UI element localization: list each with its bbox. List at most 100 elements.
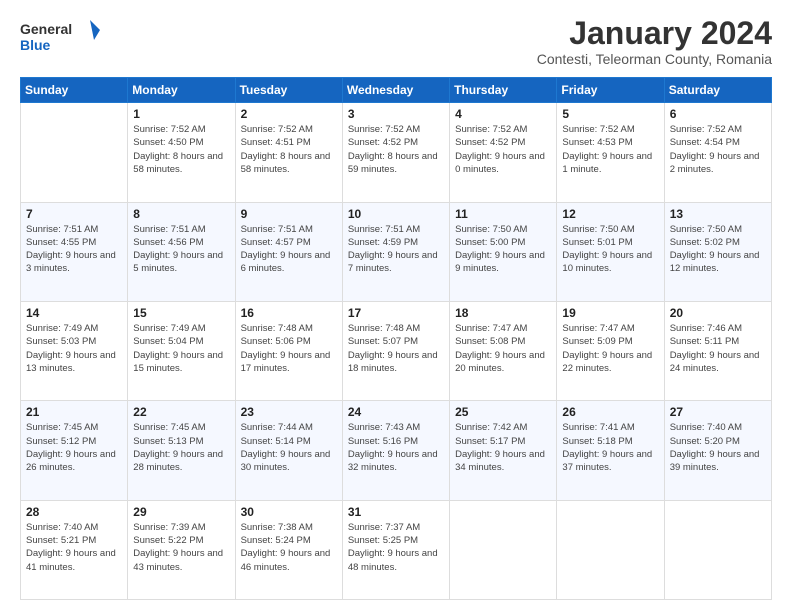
day-info: Sunrise: 7:52 AM Sunset: 4:53 PM Dayligh… — [562, 123, 658, 176]
day-info: Sunrise: 7:51 AM Sunset: 4:57 PM Dayligh… — [241, 223, 337, 276]
day-info: Sunrise: 7:49 AM Sunset: 5:04 PM Dayligh… — [133, 322, 229, 375]
day-number: 19 — [562, 306, 658, 320]
day-number: 25 — [455, 405, 551, 419]
calendar-cell: 2 Sunrise: 7:52 AM Sunset: 4:51 PM Daylig… — [235, 103, 342, 202]
day-number: 28 — [26, 505, 122, 519]
calendar-cell: 17 Sunrise: 7:48 AM Sunset: 5:07 PM Dayli… — [342, 301, 449, 400]
day-info: Sunrise: 7:41 AM Sunset: 5:18 PM Dayligh… — [562, 421, 658, 474]
day-number: 14 — [26, 306, 122, 320]
calendar-cell: 28 Sunrise: 7:40 AM Sunset: 5:21 PM Dayli… — [21, 500, 128, 599]
calendar-cell: 11 Sunrise: 7:50 AM Sunset: 5:00 PM Dayli… — [450, 202, 557, 301]
calendar-cell: 9Sunrise: 7:51 AM Sunset: 4:57 PM Daylig… — [235, 202, 342, 301]
calendar-cell — [557, 500, 664, 599]
day-number: 26 — [562, 405, 658, 419]
day-info: Sunrise: 7:52 AM Sunset: 4:52 PM Dayligh… — [348, 123, 444, 176]
calendar-cell: 19 Sunrise: 7:47 AM Sunset: 5:09 PM Dayli… — [557, 301, 664, 400]
day-info: Sunrise: 7:39 AM Sunset: 5:22 PM Dayligh… — [133, 521, 229, 574]
day-info: Sunrise: 7:50 AM Sunset: 5:00 PM Dayligh… — [455, 223, 551, 276]
logo-svg: General Blue — [20, 16, 100, 60]
day-number: 29 — [133, 505, 229, 519]
weekday-wednesday: Wednesday — [342, 78, 449, 103]
day-info: Sunrise: 7:47 AM Sunset: 5:08 PM Dayligh… — [455, 322, 551, 375]
day-info: Sunrise: 7:48 AM Sunset: 5:07 PM Dayligh… — [348, 322, 444, 375]
calendar-cell — [450, 500, 557, 599]
day-number: 10 — [348, 207, 444, 221]
day-number: 31 — [348, 505, 444, 519]
week-row-1: 1Sunrise: 7:52 AM Sunset: 4:50 PM Daylig… — [21, 103, 772, 202]
day-info: Sunrise: 7:40 AM Sunset: 5:21 PM Dayligh… — [26, 521, 122, 574]
day-info: Sunrise: 7:45 AM Sunset: 5:12 PM Dayligh… — [26, 421, 122, 474]
calendar-cell: 1Sunrise: 7:52 AM Sunset: 4:50 PM Daylig… — [128, 103, 235, 202]
calendar-cell: 29 Sunrise: 7:39 AM Sunset: 5:22 PM Dayli… — [128, 500, 235, 599]
week-row-4: 21 Sunrise: 7:45 AM Sunset: 5:12 PM Dayli… — [21, 401, 772, 500]
day-info: Sunrise: 7:50 AM Sunset: 5:01 PM Dayligh… — [562, 223, 658, 276]
calendar-cell — [21, 103, 128, 202]
day-number: 16 — [241, 306, 337, 320]
weekday-tuesday: Tuesday — [235, 78, 342, 103]
calendar-cell: 31Sunrise: 7:37 AM Sunset: 5:25 PM Dayli… — [342, 500, 449, 599]
day-number: 11 — [455, 207, 551, 221]
day-number: 20 — [670, 306, 766, 320]
weekday-thursday: Thursday — [450, 78, 557, 103]
week-row-5: 28 Sunrise: 7:40 AM Sunset: 5:21 PM Dayli… — [21, 500, 772, 599]
day-info: Sunrise: 7:51 AM Sunset: 4:59 PM Dayligh… — [348, 223, 444, 276]
title-block: January 2024 Contesti, Teleorman County,… — [537, 16, 772, 67]
weekday-sunday: Sunday — [21, 78, 128, 103]
day-number: 18 — [455, 306, 551, 320]
calendar-cell: 10 Sunrise: 7:51 AM Sunset: 4:59 PM Dayli… — [342, 202, 449, 301]
day-info: Sunrise: 7:52 AM Sunset: 4:51 PM Dayligh… — [241, 123, 337, 176]
day-number: 12 — [562, 207, 658, 221]
calendar-cell: 4Sunrise: 7:52 AM Sunset: 4:52 PM Daylig… — [450, 103, 557, 202]
calendar-cell: 5 Sunrise: 7:52 AM Sunset: 4:53 PM Daylig… — [557, 103, 664, 202]
calendar-cell: 14 Sunrise: 7:49 AM Sunset: 5:03 PM Dayli… — [21, 301, 128, 400]
day-info: Sunrise: 7:47 AM Sunset: 5:09 PM Dayligh… — [562, 322, 658, 375]
calendar-cell: 6Sunrise: 7:52 AM Sunset: 4:54 PM Daylig… — [664, 103, 771, 202]
calendar-cell: 8Sunrise: 7:51 AM Sunset: 4:56 PM Daylig… — [128, 202, 235, 301]
day-number: 2 — [241, 107, 337, 121]
day-number: 21 — [26, 405, 122, 419]
day-number: 15 — [133, 306, 229, 320]
day-number: 6 — [670, 107, 766, 121]
day-number: 7 — [26, 207, 122, 221]
day-number: 17 — [348, 306, 444, 320]
day-info: Sunrise: 7:49 AM Sunset: 5:03 PM Dayligh… — [26, 322, 122, 375]
day-info: Sunrise: 7:52 AM Sunset: 4:52 PM Dayligh… — [455, 123, 551, 176]
calendar-table: SundayMondayTuesdayWednesdayThursdayFrid… — [20, 77, 772, 600]
day-number: 3 — [348, 107, 444, 121]
calendar-cell: 24Sunrise: 7:43 AM Sunset: 5:16 PM Dayli… — [342, 401, 449, 500]
day-number: 5 — [562, 107, 658, 121]
calendar-cell: 13Sunrise: 7:50 AM Sunset: 5:02 PM Dayli… — [664, 202, 771, 301]
weekday-friday: Friday — [557, 78, 664, 103]
subtitle: Contesti, Teleorman County, Romania — [537, 51, 772, 67]
calendar-cell: 20 Sunrise: 7:46 AM Sunset: 5:11 PM Dayli… — [664, 301, 771, 400]
day-info: Sunrise: 7:48 AM Sunset: 5:06 PM Dayligh… — [241, 322, 337, 375]
calendar-cell: 15 Sunrise: 7:49 AM Sunset: 5:04 PM Dayli… — [128, 301, 235, 400]
day-number: 27 — [670, 405, 766, 419]
day-number: 23 — [241, 405, 337, 419]
day-number: 30 — [241, 505, 337, 519]
calendar-cell: 25 Sunrise: 7:42 AM Sunset: 5:17 PM Dayli… — [450, 401, 557, 500]
day-info: Sunrise: 7:46 AM Sunset: 5:11 PM Dayligh… — [670, 322, 766, 375]
svg-text:Blue: Blue — [20, 37, 51, 53]
day-info: Sunrise: 7:40 AM Sunset: 5:20 PM Dayligh… — [670, 421, 766, 474]
day-info: Sunrise: 7:51 AM Sunset: 4:55 PM Dayligh… — [26, 223, 122, 276]
calendar-cell — [664, 500, 771, 599]
weekday-header-row: SundayMondayTuesdayWednesdayThursdayFrid… — [21, 78, 772, 103]
day-info: Sunrise: 7:38 AM Sunset: 5:24 PM Dayligh… — [241, 521, 337, 574]
day-info: Sunrise: 7:43 AM Sunset: 5:16 PM Dayligh… — [348, 421, 444, 474]
day-info: Sunrise: 7:42 AM Sunset: 5:17 PM Dayligh… — [455, 421, 551, 474]
day-info: Sunrise: 7:52 AM Sunset: 4:50 PM Dayligh… — [133, 123, 229, 176]
day-info: Sunrise: 7:51 AM Sunset: 4:56 PM Dayligh… — [133, 223, 229, 276]
weekday-monday: Monday — [128, 78, 235, 103]
logo: General Blue — [20, 16, 100, 60]
day-info: Sunrise: 7:44 AM Sunset: 5:14 PM Dayligh… — [241, 421, 337, 474]
page: General Blue January 2024 Contesti, Tele… — [0, 0, 792, 612]
week-row-2: 7 Sunrise: 7:51 AM Sunset: 4:55 PM Daylig… — [21, 202, 772, 301]
calendar-cell: 3 Sunrise: 7:52 AM Sunset: 4:52 PM Daylig… — [342, 103, 449, 202]
calendar-cell: 30 Sunrise: 7:38 AM Sunset: 5:24 PM Dayli… — [235, 500, 342, 599]
calendar-cell: 22Sunrise: 7:45 AM Sunset: 5:13 PM Dayli… — [128, 401, 235, 500]
calendar-cell: 27 Sunrise: 7:40 AM Sunset: 5:20 PM Dayli… — [664, 401, 771, 500]
calendar-cell: 12 Sunrise: 7:50 AM Sunset: 5:01 PM Dayli… — [557, 202, 664, 301]
day-number: 13 — [670, 207, 766, 221]
calendar-cell: 16 Sunrise: 7:48 AM Sunset: 5:06 PM Dayli… — [235, 301, 342, 400]
